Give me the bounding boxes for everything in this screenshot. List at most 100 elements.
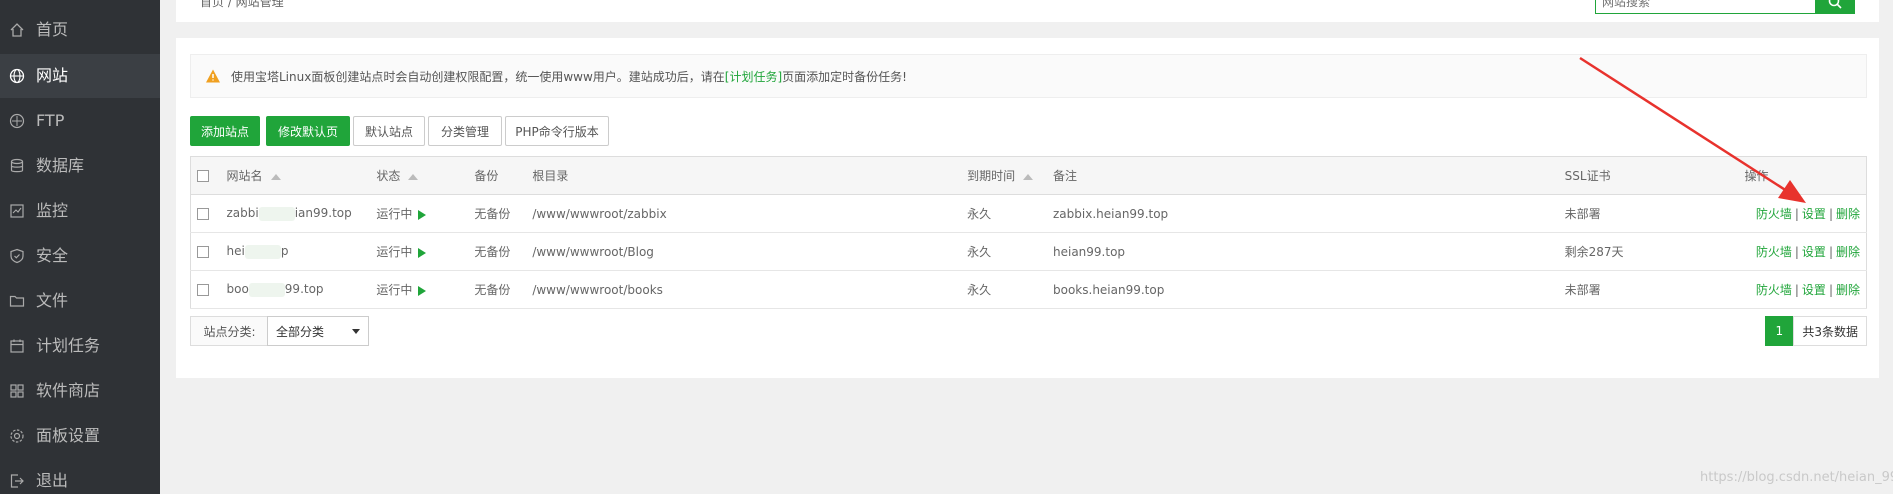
column-header-name[interactable]: 网站名 [220,156,371,195]
sidebar-item-label: 软件商店 [36,381,101,400]
settings-link[interactable]: 设置 [1802,283,1826,297]
php-cli-version-button[interactable]: PHP命令行版本 [505,116,609,146]
sidebar-item-logout[interactable]: 退出 [0,459,160,494]
main-panel: 使用宝塔Linux面板创建站点时会自动创建权限配置，统一使用www用户。建站成功… [176,38,1879,378]
firewall-link[interactable]: 防火墙 [1756,283,1792,297]
row-actions: 防火墙 | 设置 | 删除 [1738,270,1867,309]
remark-value[interactable]: zabbix.heian99.top [1047,194,1559,233]
firewall-link[interactable]: 防火墙 [1756,245,1792,259]
sidebar-item-monitor[interactable]: 监控 [0,189,160,233]
sidebar-item-label: 面板设置 [36,426,101,445]
backup-link[interactable]: 无备份 [468,232,527,271]
backup-link[interactable]: 无备份 [468,194,527,233]
chevron-down-icon [352,329,360,334]
remark-value[interactable]: books.heian99.top [1047,270,1559,309]
shield-icon [8,247,26,265]
sites-table: 网站名 状态 备份 根目录 到期时间 备注 SSL证书 操作 zabbi ian9… [190,156,1867,309]
status-running[interactable]: 运行中 [370,194,469,233]
ssl-status[interactable]: 剩余287天 [1558,232,1739,271]
search-icon [1828,0,1842,9]
total-count: 共3条数据 [1793,316,1867,346]
play-icon [418,209,427,220]
category-manage-button[interactable]: 分类管理 [428,116,502,146]
sidebar-item-security[interactable]: 安全 [0,234,160,278]
delete-link[interactable]: 删除 [1836,207,1860,221]
monitor-icon [8,202,26,220]
column-header-root: 根目录 [526,156,962,195]
play-icon [418,247,427,258]
sidebar-item-files[interactable]: 文件 [0,279,160,323]
pagination: 1 共3条数据 [1765,316,1867,346]
search-input[interactable] [1602,0,1802,9]
column-header-backup: 备份 [468,156,527,195]
firewall-link[interactable]: 防火墙 [1756,207,1792,221]
sidebar-item-label: 首页 [36,20,69,39]
row-checkbox[interactable] [197,208,209,220]
settings-link[interactable]: 设置 [1802,245,1826,259]
sidebar-item-label: 计划任务 [36,336,101,355]
watermark: https://blog.csdn.net/heian_99 [1700,470,1893,485]
redaction-mask [244,244,281,259]
page-button-current[interactable]: 1 [1765,316,1794,346]
sidebar-item-store[interactable]: 软件商店 [0,369,160,413]
default-site-button[interactable]: 默认站点 [353,116,425,146]
status-running[interactable]: 运行中 [370,270,469,309]
sidebar-item-label: 数据库 [36,156,85,175]
redaction-mask [258,206,295,221]
sidebar-item-database[interactable]: 数据库 [0,144,160,188]
column-header-expire[interactable]: 到期时间 [961,156,1047,195]
row-actions: 防火墙 | 设置 | 删除 [1738,232,1867,271]
root-dir-link[interactable]: /www/wwwroot/books [526,270,962,309]
notice-banner: 使用宝塔Linux面板创建站点时会自动创建权限配置，统一使用www用户。建站成功… [190,54,1867,98]
column-header-status[interactable]: 状态 [370,156,469,195]
sidebar-item-panel-settings[interactable]: 面板设置 [0,414,160,458]
search-box [1595,0,1855,14]
sidebar-item-label: 退出 [36,471,69,490]
expire-value[interactable]: 永久 [961,270,1047,309]
add-site-button[interactable]: 添加站点 [190,116,260,146]
sort-icon [1023,173,1034,180]
ssl-status[interactable]: 未部署 [1558,194,1739,233]
play-icon [418,285,427,296]
globe-icon [8,67,26,85]
logout-icon [8,472,26,490]
sidebar-item-label: 监控 [36,201,69,220]
ssl-status[interactable]: 未部署 [1558,270,1739,309]
settings-link[interactable]: 设置 [1802,207,1826,221]
sidebar-item-cron[interactable]: 计划任务 [0,324,160,368]
expire-value[interactable]: 永久 [961,232,1047,271]
sidebar-item-home[interactable]: 首页 [0,8,160,52]
root-dir-link[interactable]: /www/wwwroot/Blog [526,232,962,271]
site-name-link[interactable]: boo 99.top [220,270,371,309]
select-all-checkbox[interactable] [197,170,209,182]
expire-value[interactable]: 永久 [961,194,1047,233]
table-row: hei p 运行中 无备份 /www/wwwroot/Blog 永久 heian9… [190,232,1867,271]
backup-link[interactable]: 无备份 [468,270,527,309]
row-actions: 防火墙 | 设置 | 删除 [1738,194,1867,233]
site-name-link[interactable]: hei p [220,232,371,271]
cron-link[interactable]: [计划任务] [725,68,782,85]
row-checkbox[interactable] [197,246,209,258]
sort-icon [408,173,419,180]
sidebar-item-label: FTP [36,111,65,130]
notice-text: 使用宝塔Linux面板创建站点时会自动创建权限配置，统一使用www用户。建站成功… [231,69,725,84]
sidebar-item-websites[interactable]: 网站 [0,54,160,98]
column-header-ssl: SSL证书 [1558,156,1739,195]
modify-default-page-button[interactable]: 修改默认页 [266,116,350,146]
database-icon [8,157,26,175]
apps-icon [8,382,26,400]
table-row: boo 99.top 运行中 无备份 /www/wwwroot/books 永久 … [190,270,1867,309]
row-checkbox[interactable] [197,284,209,296]
sidebar-item-ftp[interactable]: FTP [0,99,160,143]
delete-link[interactable]: 删除 [1836,283,1860,297]
delete-link[interactable]: 删除 [1836,245,1860,259]
home-icon [8,21,26,39]
header-bar: 首页 / 网站管理 [176,0,1879,22]
remark-value[interactable]: heian99.top [1047,232,1559,271]
sort-icon [270,173,281,180]
root-dir-link[interactable]: /www/wwwroot/zabbix [526,194,962,233]
site-name-link[interactable]: zabbi ian99.top [220,194,371,233]
category-filter-select[interactable]: 全部分类 [267,316,369,346]
search-button[interactable] [1815,0,1855,14]
status-running[interactable]: 运行中 [370,232,469,271]
